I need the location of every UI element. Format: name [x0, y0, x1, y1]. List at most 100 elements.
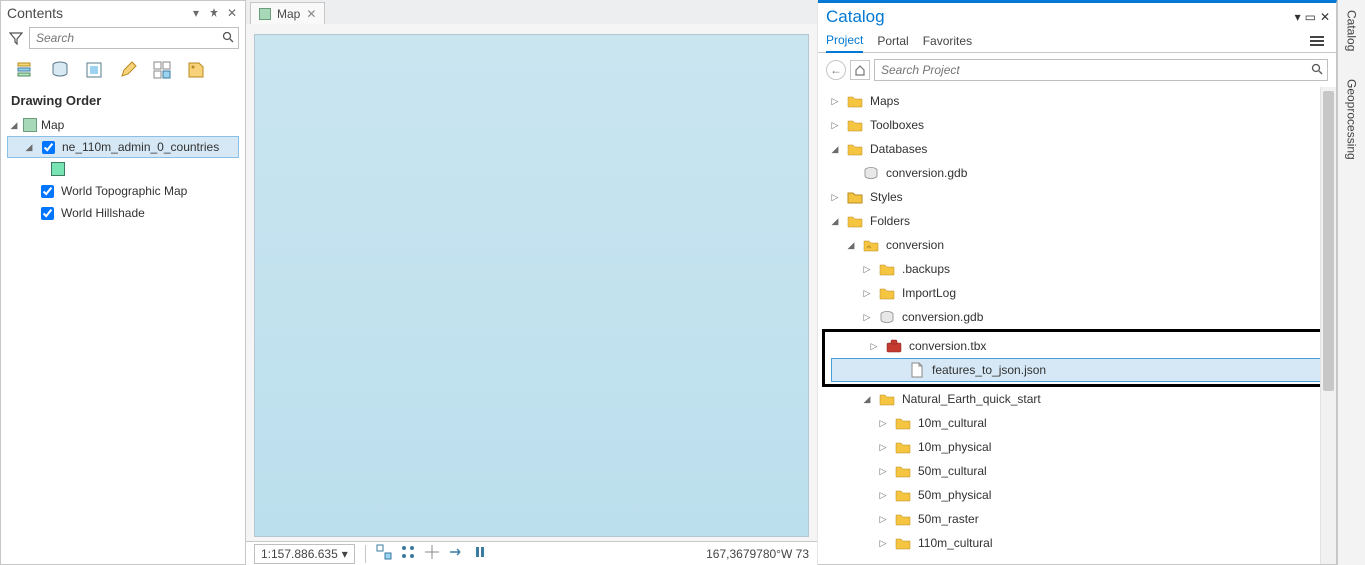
node-conversion-gdb2[interactable]: ▷ conversion.gdb: [818, 305, 1336, 329]
node-label: conversion.gdb: [902, 310, 1336, 324]
list-by-drawing-order-icon[interactable]: [15, 59, 37, 81]
node-label: 50m_physical: [918, 488, 1336, 502]
constraints-tool-icon[interactable]: [448, 544, 464, 563]
expander-icon[interactable]: ◢: [846, 240, 856, 251]
expander-icon[interactable]: ▷: [862, 264, 872, 275]
side-tabstrip: Catalog Geoprocessing: [1337, 0, 1365, 565]
expander-icon[interactable]: ▷: [878, 418, 888, 429]
pause-tool-icon[interactable]: [472, 544, 488, 563]
side-tab-geoprocessing[interactable]: Geoprocessing: [1343, 75, 1361, 164]
close-icon[interactable]: ✕: [306, 7, 316, 21]
expander-icon[interactable]: ▷: [878, 466, 888, 477]
expander-icon[interactable]: ▷: [878, 490, 888, 501]
home-folder-icon: [862, 238, 880, 252]
folder-icon: [878, 286, 896, 300]
node-importlog[interactable]: ▷ ImportLog: [818, 281, 1336, 305]
node-label: .backups: [902, 262, 1336, 276]
back-icon[interactable]: ←: [826, 60, 846, 80]
dropdown-icon[interactable]: ▾: [342, 547, 348, 561]
list-by-labeling-icon[interactable]: [185, 59, 207, 81]
node-conversion-tbx[interactable]: ▷ conversion.tbx: [825, 334, 1329, 358]
expander-icon[interactable]: ▷: [878, 514, 888, 525]
expander-icon[interactable]: ▷: [869, 341, 879, 352]
filter-icon[interactable]: [7, 29, 25, 47]
expander-icon[interactable]: ▷: [878, 442, 888, 453]
node-folders[interactable]: ◢ Folders: [818, 209, 1336, 233]
layer-hillshade[interactable]: World Hillshade: [7, 202, 239, 224]
node-110m-cultural[interactable]: ▷ 110m_cultural: [818, 531, 1336, 555]
maps-icon: [846, 94, 864, 108]
expander-icon[interactable]: ▷: [830, 192, 840, 203]
expander-icon[interactable]: ▷: [830, 120, 840, 131]
node-10m-physical[interactable]: ▷ 10m_physical: [818, 435, 1336, 459]
catalog-search-box[interactable]: [874, 59, 1328, 81]
expander-icon[interactable]: ◢: [830, 144, 840, 155]
node-features-json[interactable]: features_to_json.json: [831, 358, 1323, 382]
grid-tool-icon[interactable]: [424, 544, 440, 563]
node-backups[interactable]: ▷ .backups: [818, 257, 1336, 281]
scale-selector[interactable]: 1:157.886.635 ▾: [254, 544, 355, 564]
map-node[interactable]: ◢ Map: [7, 114, 239, 136]
expander-icon[interactable]: ▷: [862, 312, 872, 323]
map-canvas[interactable]: [254, 34, 809, 537]
expander-icon[interactable]: ▷: [830, 96, 840, 107]
expander-icon[interactable]: ◢: [862, 394, 872, 405]
contents-search-box[interactable]: [29, 27, 239, 49]
catalog-search-row: ←: [818, 53, 1336, 87]
autohide-icon[interactable]: ▭: [1305, 10, 1316, 24]
node-label: Toolboxes: [870, 118, 1336, 132]
layer-checkbox[interactable]: [41, 185, 54, 198]
map-icon: [23, 118, 37, 132]
list-by-source-icon[interactable]: [49, 59, 71, 81]
dropdown-icon[interactable]: ▾: [1295, 10, 1301, 24]
node-maps[interactable]: ▷ Maps: [818, 89, 1336, 113]
catalog-search-input[interactable]: [879, 62, 1311, 78]
expander-icon[interactable]: ▷: [862, 288, 872, 299]
expander-icon[interactable]: ◢: [24, 142, 34, 152]
list-by-selection-icon[interactable]: [83, 59, 105, 81]
expander-icon[interactable]: ◢: [9, 120, 19, 130]
node-50m-physical[interactable]: ▷ 50m_physical: [818, 483, 1336, 507]
layer-topo[interactable]: World Topographic Map: [7, 180, 239, 202]
search-icon[interactable]: [1311, 63, 1323, 78]
side-tab-catalog[interactable]: Catalog: [1343, 6, 1361, 55]
dropdown-icon[interactable]: ▾: [189, 6, 203, 20]
layer-checkbox[interactable]: [41, 207, 54, 220]
node-10m-cultural[interactable]: ▷ 10m_cultural: [818, 411, 1336, 435]
node-conversion-folder[interactable]: ◢ conversion: [818, 233, 1336, 257]
snapping-tool-icon[interactable]: [400, 544, 416, 563]
map-tab[interactable]: Map ✕: [250, 2, 325, 24]
node-toolboxes[interactable]: ▷ Toolboxes: [818, 113, 1336, 137]
symbol-swatch[interactable]: [51, 162, 65, 176]
node-50m-cultural[interactable]: ▷ 50m_cultural: [818, 459, 1336, 483]
tab-portal[interactable]: Portal: [877, 30, 908, 52]
pin-icon[interactable]: [207, 6, 221, 20]
expander-icon[interactable]: ◢: [830, 216, 840, 227]
node-databases[interactable]: ◢ Databases: [818, 137, 1336, 161]
close-icon[interactable]: ✕: [1320, 10, 1330, 24]
layer-label: World Hillshade: [61, 206, 145, 220]
folder-icon: [894, 536, 912, 550]
node-label: 10m_cultural: [918, 416, 1336, 430]
list-by-editing-icon[interactable]: [117, 59, 139, 81]
node-conversion-gdb[interactable]: conversion.gdb: [818, 161, 1336, 185]
selection-tool-icon[interactable]: [376, 544, 392, 563]
search-icon[interactable]: [222, 31, 234, 46]
node-50m-raster[interactable]: ▷ 50m_raster: [818, 507, 1336, 531]
scrollbar[interactable]: [1320, 87, 1336, 564]
folder-icon: [894, 440, 912, 454]
list-by-snapping-icon[interactable]: [151, 59, 173, 81]
layer-checkbox[interactable]: [42, 141, 55, 154]
layer-ne-countries[interactable]: ◢ ne_110m_admin_0_countries: [7, 136, 239, 158]
close-icon[interactable]: ✕: [225, 6, 239, 20]
tab-project[interactable]: Project: [826, 29, 863, 53]
node-styles[interactable]: ▷ Styles: [818, 185, 1336, 209]
home-icon[interactable]: [850, 60, 870, 80]
contents-search-input[interactable]: [34, 30, 222, 46]
node-natural-earth[interactable]: ◢ Natural_Earth_quick_start: [818, 387, 1336, 411]
menu-icon[interactable]: [1306, 32, 1328, 50]
scrollbar-thumb[interactable]: [1323, 91, 1334, 391]
node-label: Databases: [870, 142, 1336, 156]
tab-favorites[interactable]: Favorites: [923, 30, 972, 52]
expander-icon[interactable]: ▷: [878, 538, 888, 549]
